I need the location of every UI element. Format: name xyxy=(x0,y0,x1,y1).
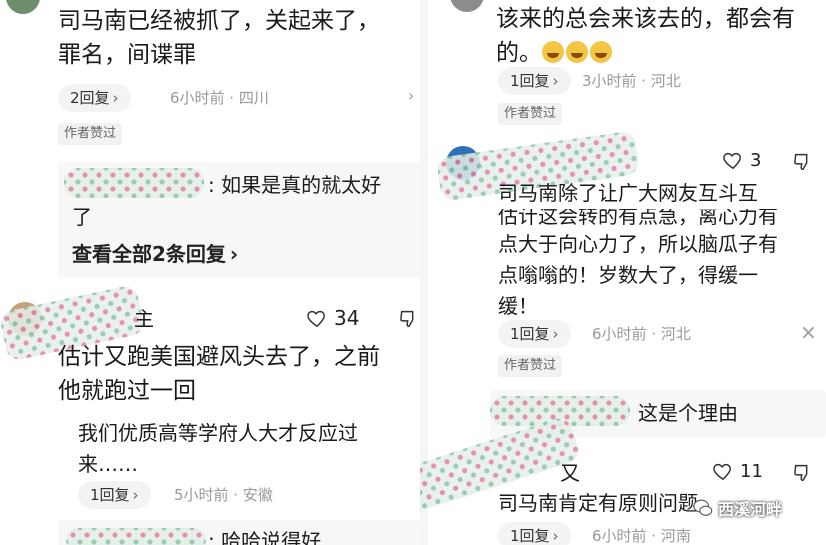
chevron-right-icon: › xyxy=(229,242,239,266)
blurred-username xyxy=(64,168,204,198)
author-liked-tag: 作者赞过 xyxy=(58,123,123,145)
view-all-replies-link[interactable]: 查看全部2条回复 › xyxy=(72,238,238,267)
chevron-right-icon: › xyxy=(112,89,119,107)
comment-line: 司马南已经被抓了，关起来了， xyxy=(58,8,380,34)
reply-count-label: 1回复 xyxy=(510,72,550,90)
close-icon[interactable]: × xyxy=(800,320,817,344)
reply-count-button[interactable]: 1回复 › xyxy=(498,522,571,545)
comment-meta: 3小时前 · 河北 xyxy=(582,72,681,90)
laughing-tears-emoji xyxy=(566,41,588,63)
heart-icon xyxy=(713,463,731,481)
reply-preview-text: : 如果是真的就太好 xyxy=(208,173,382,197)
chevron-right-icon: › xyxy=(552,527,559,545)
comment-line: 罪名，间谍罪 xyxy=(58,42,196,68)
comment-line: 来…… xyxy=(78,452,138,476)
comment-line: 估计这会转的有点急，离心力有 xyxy=(498,209,778,228)
comment-meta: 6小时前 · 四川 xyxy=(170,89,269,107)
avatar[interactable] xyxy=(6,0,40,14)
comment-text: 估计又跑美国避风头去了，之前 他就跑过一回 xyxy=(58,340,420,408)
like-count: 11 xyxy=(740,460,763,482)
thumbs-down-icon[interactable] xyxy=(398,308,420,330)
right-comment-column: 该来的总会来该去的，都会有 的。 1回复 › 3小时前 · 河北 作者赞过 3 司… xyxy=(420,0,826,545)
like-count: 3 xyxy=(750,149,762,171)
reply-count-label: 1回复 xyxy=(510,325,550,343)
reply-preview-line: 了 xyxy=(72,205,92,229)
heart-icon xyxy=(307,310,325,328)
chevron-right-icon[interactable]: › xyxy=(408,86,414,105)
comment-line: 点嗡嗡的！岁数大了，得缓一 xyxy=(498,263,758,287)
wechat-logo-icon xyxy=(693,499,713,516)
reply-count-label: 1回复 xyxy=(90,486,130,504)
blurred-username xyxy=(66,528,206,545)
comment-line: 该来的总会来该去的，都会有 xyxy=(496,6,795,32)
laughing-tears-emoji xyxy=(542,41,564,63)
reply-count-button[interactable]: 1回复 › xyxy=(78,481,151,509)
author-name-fragment: 主 xyxy=(134,307,154,331)
comment-meta: 6小时前 · 河南 xyxy=(592,527,691,545)
reply-preview-text: : 哈哈说得好 xyxy=(208,529,322,545)
comment-line: 估计又跑美国避风头去了，之前 xyxy=(58,344,380,370)
comment-line: 缓！ xyxy=(498,294,538,318)
like-button[interactable]: 3 xyxy=(722,149,761,171)
view-all-label: 查看全部2条回复 xyxy=(72,242,226,266)
comment-text: 司马南除了让广大网友互斗互 估计这会转的有点急，离心力有 点大于向心力了，所以脑… xyxy=(498,178,818,322)
comment-line: 的。 xyxy=(496,36,816,70)
like-button[interactable]: 34 xyxy=(306,306,359,330)
reply-count-button[interactable]: 1回复 › xyxy=(498,67,571,95)
left-comment-column: 司马南已经被抓了，关起来了， 罪名，间谍罪 2回复 › 6小时前 · 四川 › 作… xyxy=(0,0,420,545)
heart-icon xyxy=(723,152,741,170)
comment-text: 司马南已经被抓了，关起来了， 罪名，间谍罪 xyxy=(58,4,418,72)
comment-line: 我们优质高等学府人大才反应过 xyxy=(78,421,358,445)
reply-count-button[interactable]: 2回复 › xyxy=(58,84,131,112)
watermark-text: 西溪河畔 xyxy=(718,500,783,519)
comment-meta: 5小时前 · 安徽 xyxy=(174,486,273,504)
watermark: 西溪河畔 xyxy=(692,496,782,520)
comment-text: 该来的总会来该去的，都会有 的。 xyxy=(496,2,816,70)
chevron-right-icon: › xyxy=(552,72,559,90)
author-name-fragment: 又 xyxy=(560,461,580,485)
comment-line: 司马南除了让广大网友互斗互 xyxy=(498,181,758,205)
comment-meta: 6小时前 · 河北 xyxy=(592,325,691,343)
reply-count-button[interactable]: 1回复 › xyxy=(498,320,571,348)
comment-line: 点大于向心力了，所以脑瓜子有 xyxy=(498,232,778,256)
author-liked-tag: 作者赞过 xyxy=(498,355,563,377)
chevron-right-icon: › xyxy=(132,486,139,504)
comment-line: 他就跑过一回 xyxy=(58,378,196,404)
avatar[interactable] xyxy=(450,0,484,12)
reply-count-label: 1回复 xyxy=(510,527,550,545)
thumbs-down-icon[interactable] xyxy=(792,151,814,173)
reply-count-label: 2回复 xyxy=(70,89,110,107)
laughing-tears-emoji xyxy=(590,41,612,63)
like-count: 34 xyxy=(334,306,360,330)
thumbs-down-icon[interactable] xyxy=(792,462,814,484)
comment-text: 司马南肯定有原则问题 xyxy=(498,491,698,515)
author-liked-tag: 作者赞过 xyxy=(498,103,563,125)
reply-text: 我们优质高等学府人大才反应过 来…… xyxy=(78,418,418,480)
like-button[interactable]: 11 xyxy=(712,460,763,482)
chevron-right-icon: › xyxy=(552,325,559,343)
reply-preview-text: 这是个理由 xyxy=(638,401,738,425)
